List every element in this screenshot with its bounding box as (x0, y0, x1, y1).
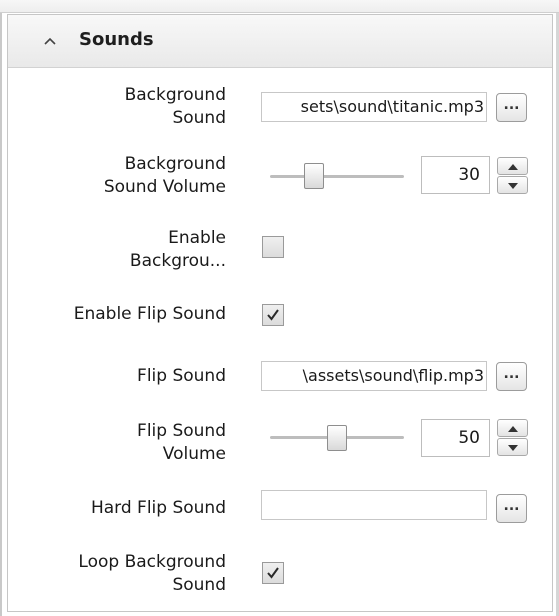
hard-flip-sound-input[interactable] (261, 490, 487, 520)
background-volume-slider-track[interactable] (270, 175, 404, 178)
loop-background-sound-checkbox[interactable] (262, 562, 284, 584)
flip-sound-volume-label: Flip Sound Volume (137, 421, 226, 464)
outer-border (0, 0, 2, 616)
previous-section-edge (0, 0, 559, 13)
checkmark-icon (267, 567, 279, 579)
spin-up-icon (508, 164, 518, 170)
flip-sound-input[interactable]: \assets\sound\flip.mp3 (261, 361, 487, 391)
section-header[interactable]: Sounds (8, 15, 552, 68)
flip-volume-decrement-button[interactable] (497, 438, 528, 456)
enable-background-label: Enable Backgrou... (129, 228, 226, 271)
flip-sound-label: Flip Sound (137, 366, 226, 386)
background-sound-label: Background Sound (124, 85, 226, 128)
enable-background-checkbox[interactable] (262, 236, 284, 258)
flip-volume-slider-thumb[interactable] (327, 425, 347, 451)
flip-volume-increment-button[interactable] (497, 419, 528, 437)
flip-volume-value[interactable]: 50 (421, 419, 490, 457)
background-sound-input[interactable]: sets\sound\titanic.mp3 (261, 92, 487, 122)
section-title: Sounds (79, 29, 154, 50)
spin-down-icon (508, 183, 518, 189)
checkmark-icon (267, 309, 279, 321)
loop-background-sound-label: Loop Background Sound (78, 552, 226, 595)
background-volume-decrement-button[interactable] (497, 176, 528, 194)
background-volume-slider-thumb[interactable] (304, 163, 325, 189)
background-sound-browse-button[interactable]: ... (496, 93, 527, 122)
background-volume-increment-button[interactable] (497, 157, 528, 175)
chevron-up-icon[interactable] (41, 32, 59, 50)
enable-flip-sound-checkbox[interactable] (262, 304, 284, 326)
enable-flip-sound-label: Enable Flip Sound (73, 304, 226, 324)
background-sound-volume-label: Background Sound Volume (103, 154, 226, 197)
background-volume-value[interactable]: 30 (421, 156, 490, 194)
flip-sound-browse-button[interactable]: ... (496, 362, 527, 391)
hard-flip-sound-browse-button[interactable]: ... (496, 494, 527, 523)
spin-up-icon (508, 426, 518, 432)
spin-down-icon (508, 445, 518, 451)
hard-flip-sound-label: Hard Flip Sound (90, 498, 226, 518)
